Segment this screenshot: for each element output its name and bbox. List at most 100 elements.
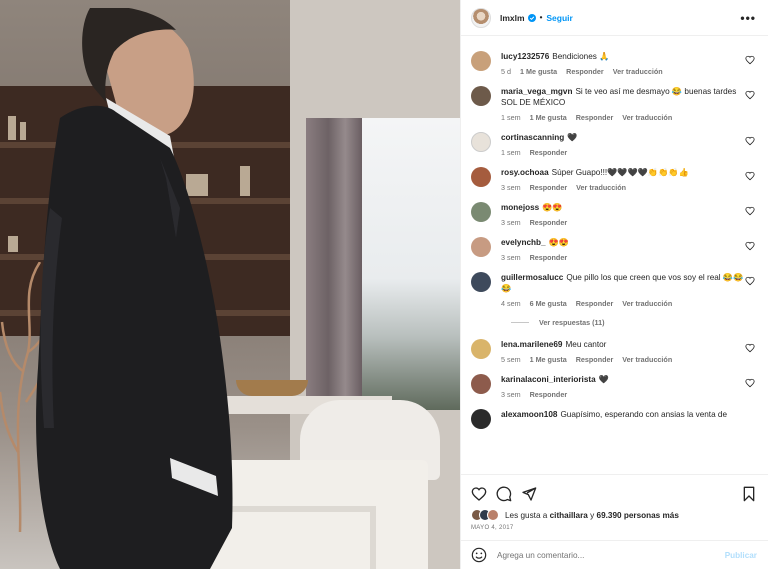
author-avatar[interactable] — [471, 7, 491, 28]
heart-icon[interactable] — [745, 276, 755, 286]
comment-item: lena.marilene69 Meu cantor 5 sem 1 Me gus… — [471, 339, 757, 364]
reply-button[interactable]: Responder — [576, 299, 614, 308]
comment-username[interactable]: lucy1232576 — [501, 52, 549, 61]
comment-time[interactable]: 3 sem — [501, 183, 521, 192]
comment-text: Guapísimo, esperando con ansias la venta… — [560, 410, 728, 419]
comment-icon[interactable] — [496, 486, 512, 502]
comment-username[interactable]: monejoss — [501, 203, 539, 212]
reply-button[interactable]: Responder — [530, 148, 568, 157]
reply-button[interactable]: Responder — [566, 67, 604, 76]
comment-text: 😍😍 — [542, 203, 563, 212]
commenter-avatar[interactable] — [471, 167, 491, 187]
comment-time[interactable]: 3 sem — [501, 390, 521, 399]
comment-item: alexamoon108 Guapísimo, esperando con ans… — [471, 409, 757, 429]
likes-user[interactable]: cithaillara — [550, 511, 588, 520]
commenter-avatar[interactable] — [471, 237, 491, 257]
liker-avatar — [487, 509, 499, 521]
comment-item: lucy1232576 Bendiciones 🙏 5 d 1 Me gusta … — [471, 51, 757, 76]
curtain — [306, 118, 362, 400]
bookmark-icon[interactable] — [741, 486, 757, 502]
comment-username[interactable]: maria_vega_mgvn — [501, 87, 572, 96]
heart-icon[interactable] — [745, 136, 755, 146]
commenter-avatar[interactable] — [471, 409, 491, 429]
heart-icon[interactable] — [745, 55, 755, 65]
commenter-avatar[interactable] — [471, 202, 491, 222]
comment-username[interactable]: evelynchb_ — [501, 238, 546, 247]
commenter-avatar[interactable] — [471, 51, 491, 71]
comment-time[interactable]: 3 sem — [501, 253, 521, 262]
share-icon[interactable] — [521, 486, 537, 502]
comment-username[interactable]: karinalaconi_interiorista — [501, 375, 596, 384]
follow-button[interactable]: Seguir — [546, 13, 572, 23]
comment-username[interactable]: lena.marilene69 — [501, 340, 562, 349]
comment-text: Bendiciones 🙏 — [552, 52, 610, 61]
author-username[interactable]: lmxlm — [500, 13, 525, 23]
view-replies-button[interactable]: Ver respuestas (11) — [511, 318, 757, 327]
commenter-avatar[interactable] — [471, 86, 491, 106]
heart-icon[interactable] — [745, 171, 755, 181]
likes-prefix: Les gusta a — [505, 510, 548, 520]
post-view: lmxlm • Seguir ••• lucy1232576 Bendicione… — [0, 0, 768, 569]
separator-dot: • — [539, 13, 543, 22]
commenter-avatar[interactable] — [471, 339, 491, 359]
heart-icon[interactable] — [745, 241, 755, 251]
comment-likes[interactable]: 1 Me gusta — [530, 355, 567, 364]
view-replies-label: Ver respuestas (11) — [539, 318, 605, 327]
heart-icon[interactable] — [745, 90, 755, 100]
comment-likes[interactable]: 1 Me gusta — [520, 67, 557, 76]
post-actions: Les gusta a cithaillara y 69.390 persona… — [461, 474, 768, 531]
comment-text: Meu cantor — [565, 340, 607, 349]
likes-count[interactable]: 69.390 personas más — [597, 511, 679, 520]
post-header: lmxlm • Seguir ••• — [461, 0, 768, 36]
translate-button[interactable]: Ver traducción — [613, 67, 663, 76]
translate-button[interactable]: Ver traducción — [622, 355, 672, 364]
comment-item: rosy.ochoaa Súper Guapo!!!🖤🖤🖤🖤👏👏👏👍 3 sem … — [471, 167, 757, 192]
reply-button[interactable]: Responder — [576, 355, 614, 364]
likes-suffix: y — [590, 510, 595, 520]
replies-divider — [511, 322, 529, 323]
heart-icon[interactable] — [745, 378, 755, 388]
comment-time[interactable]: 1 sem — [501, 148, 521, 157]
reply-button[interactable]: Responder — [576, 113, 614, 122]
heart-icon[interactable] — [745, 343, 755, 353]
comment-item: monejoss 😍😍 3 sem Responder — [471, 202, 757, 227]
comment-likes[interactable]: 1 Me gusta — [530, 113, 567, 122]
more-icon[interactable]: ••• — [740, 11, 756, 25]
reply-button[interactable]: Responder — [530, 253, 568, 262]
comment-username[interactable]: rosy.ochoaa — [501, 168, 549, 177]
comment-time[interactable]: 5 d — [501, 67, 511, 76]
post-photo[interactable] — [0, 0, 460, 569]
comment-text: 🖤 — [567, 133, 578, 142]
comment-time[interactable]: 4 sem — [501, 299, 521, 308]
commenter-avatar[interactable] — [471, 132, 491, 152]
reply-button[interactable]: Responder — [530, 183, 568, 192]
comment-likes[interactable]: 6 Me gusta — [530, 299, 567, 308]
commenter-avatar[interactable] — [471, 374, 491, 394]
reply-button[interactable]: Responder — [530, 218, 568, 227]
comment-item: cortinascanning 🖤 1 sem Responder — [471, 132, 757, 157]
comment-username[interactable]: cortinascanning — [501, 133, 564, 142]
comments-list[interactable]: lucy1232576 Bendiciones 🙏 5 d 1 Me gusta … — [461, 37, 768, 469]
translate-button[interactable]: Ver traducción — [576, 183, 626, 192]
likes-summary[interactable]: Les gusta a cithaillara y 69.390 persona… — [471, 509, 757, 521]
comment-time[interactable]: 5 sem — [501, 355, 521, 364]
comment-time[interactable]: 3 sem — [501, 218, 521, 227]
comment-input[interactable] — [497, 550, 725, 560]
comment-username[interactable]: guillermosalucc — [501, 273, 563, 282]
reply-button[interactable]: Responder — [530, 390, 568, 399]
commenter-avatar[interactable] — [471, 272, 491, 292]
comment-time[interactable]: 1 sem — [501, 113, 521, 122]
publish-button[interactable]: Publicar — [725, 551, 757, 560]
heart-icon[interactable] — [745, 206, 755, 216]
verified-icon — [527, 13, 536, 22]
translate-button[interactable]: Ver traducción — [622, 299, 672, 308]
comment-text: Súper Guapo!!!🖤🖤🖤🖤👏👏👏👍 — [551, 168, 689, 177]
comment-text: 😍😍 — [548, 238, 569, 247]
translate-button[interactable]: Ver traducción — [622, 113, 672, 122]
post-side-panel: lmxlm • Seguir ••• lucy1232576 Bendicione… — [460, 0, 768, 569]
heart-icon[interactable] — [471, 486, 487, 502]
post-date[interactable]: MAYO 4, 2017 — [471, 525, 757, 531]
comment-username[interactable]: alexamoon108 — [501, 410, 557, 419]
emoji-icon[interactable] — [471, 547, 487, 563]
comment-text: 🖤 — [598, 375, 609, 384]
